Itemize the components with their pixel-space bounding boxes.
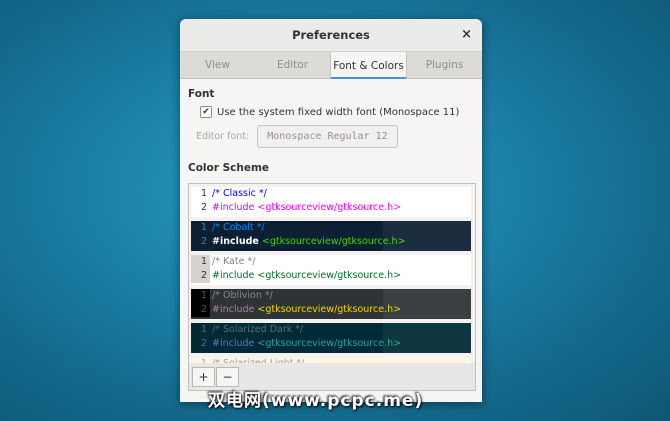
watermark-text: 双电网(www.pcpc.me): [208, 391, 424, 411]
include-path: <gtksourceview/gtksource.h>: [254, 338, 402, 349]
tab-plugins[interactable]: Plugins: [407, 52, 482, 78]
include-keyword: #include: [212, 270, 255, 281]
titlebar[interactable]: Preferences ×: [180, 19, 482, 52]
scheme-name-comment: /* Oblivion */: [212, 290, 273, 301]
tab-editor[interactable]: Editor: [255, 52, 330, 78]
line-number: 2: [191, 303, 210, 317]
tab-font-colors[interactable]: Font & Colors: [330, 52, 407, 79]
include-path: <gtksourceview/gtksource.h>: [254, 270, 402, 281]
color-scheme-list[interactable]: 1/* Classic */2 #include <gtksourceview/g…: [188, 183, 476, 365]
scheme-name-comment: /* Classic */: [212, 188, 267, 199]
include-keyword: #include: [212, 236, 259, 247]
add-scheme-button[interactable]: +: [192, 367, 215, 387]
dialog-title: Preferences: [292, 28, 370, 42]
line-number: 1: [191, 255, 210, 269]
include-keyword: #include: [212, 304, 255, 315]
line-number: 2: [191, 337, 210, 351]
color-scheme-label: Color Scheme: [188, 162, 270, 174]
line-number: 1: [191, 221, 210, 235]
scheme-name-comment: /* Cobalt */: [212, 222, 265, 233]
include-keyword: #include: [212, 202, 255, 213]
line-number: 2: [191, 269, 210, 283]
line-number: 2: [191, 201, 210, 215]
line-number: 2: [191, 235, 210, 249]
font-section-label: Font: [188, 88, 215, 100]
list-overlay: [383, 184, 475, 364]
include-keyword: #include: [212, 338, 255, 349]
font-colors-panel: Font ✔ Use the system fixed width font (…: [180, 79, 482, 174]
tab-bar: View Editor Font & Colors Plugins: [180, 52, 482, 79]
editor-font-button[interactable]: Monospace Regular 12: [257, 125, 398, 148]
scheme-name-comment: /* Solarized Dark */: [212, 324, 304, 335]
scheme-name-comment: /* Kate */: [212, 256, 256, 267]
remove-scheme-button[interactable]: −: [216, 367, 239, 387]
include-path: <gtksourceview/gtksource.h>: [254, 202, 402, 213]
include-path: <gtksourceview/gtksource.h>: [254, 304, 402, 315]
editor-font-row: Editor font: Monospace Regular 12: [196, 125, 474, 148]
line-number: 1: [191, 187, 210, 201]
tab-view[interactable]: View: [180, 52, 255, 78]
line-number: 1: [191, 323, 210, 337]
system-font-label: Use the system fixed width font (Monospa…: [217, 106, 460, 118]
system-font-checkbox[interactable]: ✔: [200, 106, 212, 118]
line-number: 1: [191, 289, 210, 303]
system-font-checkbox-row[interactable]: ✔ Use the system fixed width font (Monos…: [200, 106, 474, 118]
editor-font-label: Editor font:: [196, 131, 250, 142]
close-icon[interactable]: ×: [461, 27, 472, 42]
